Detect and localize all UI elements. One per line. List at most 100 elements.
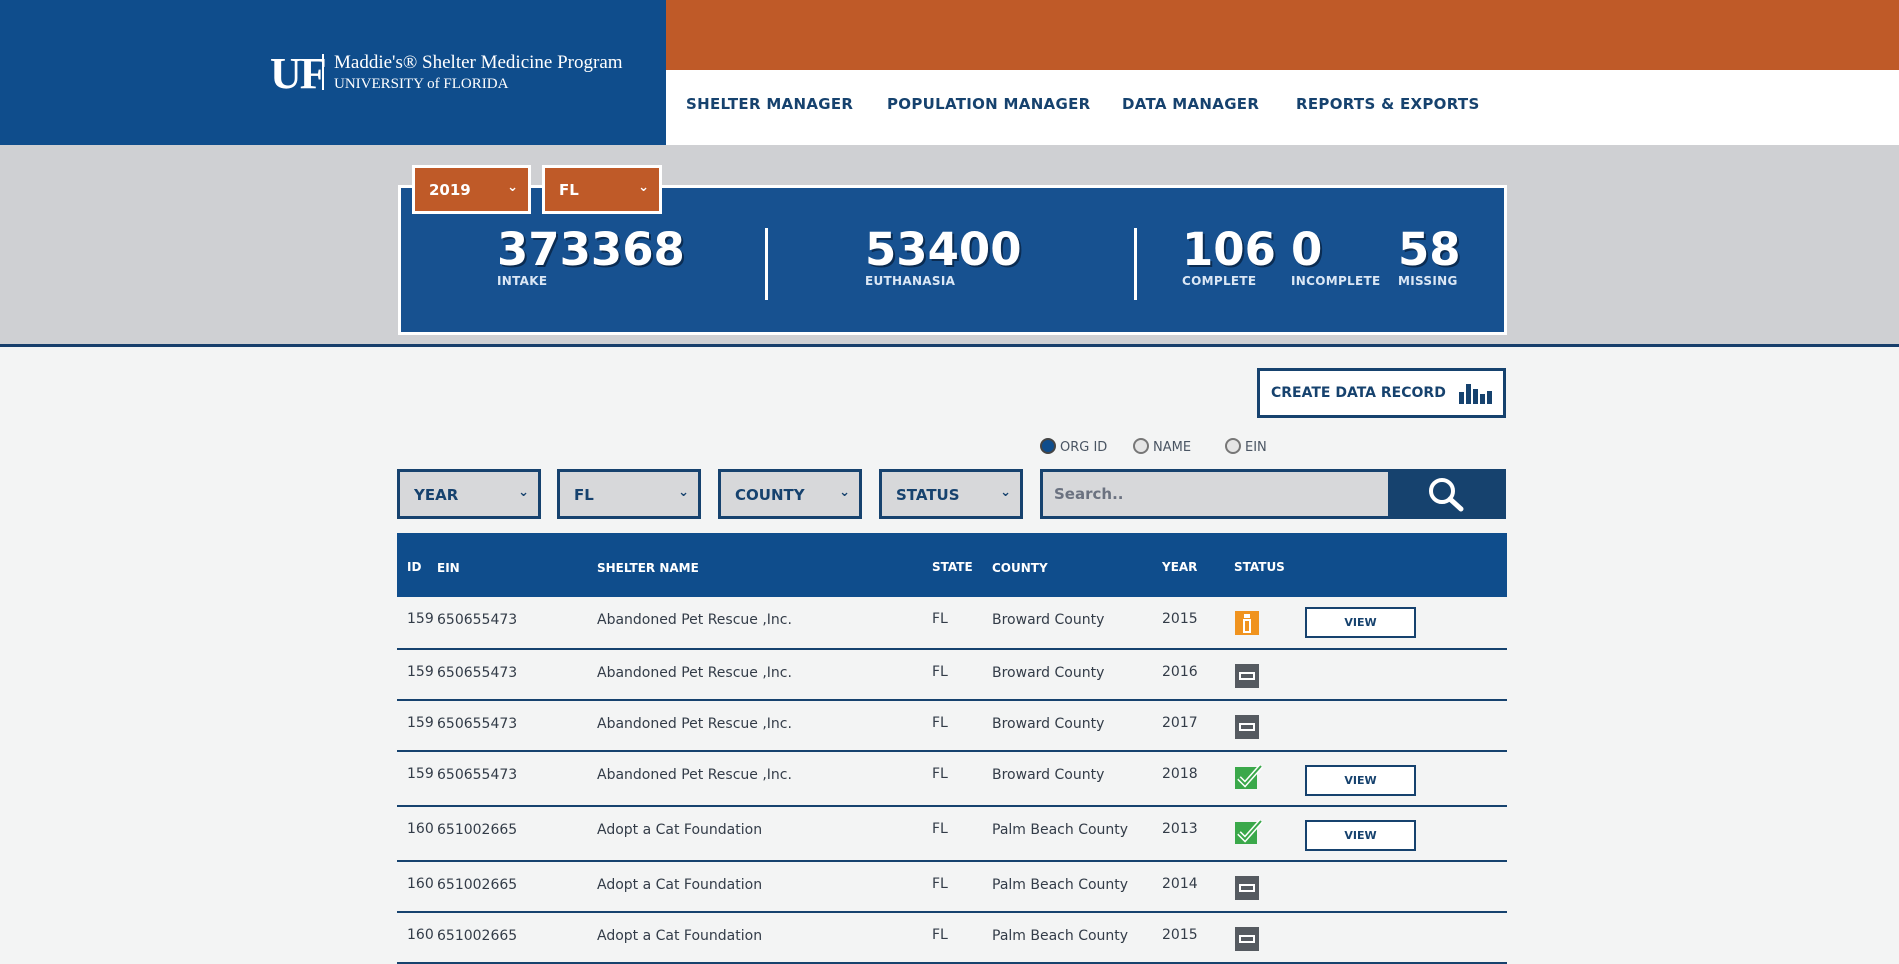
cell-county: Palm Beach County — [992, 877, 1129, 893]
euthanasia-stat: 53400 EUTHANASIA — [865, 223, 1022, 289]
table-row: 159 650655473 Abandoned Pet Rescue ,Inc. FL… — [397, 701, 1507, 752]
main-nav: SHELTER MANAGER POPULATION MANAGER DATA … — [666, 70, 1899, 145]
intake-label: INTAKE — [497, 274, 548, 288]
year-filter-label: YEAR — [414, 486, 459, 504]
missing-value: 58 — [1398, 223, 1461, 276]
cell-shelter-name: Adopt a Cat Foundation — [597, 928, 763, 944]
header-year: YEAR — [1162, 560, 1198, 574]
complete-value: 106 — [1182, 223, 1276, 276]
brand-block[interactable]: UF Maddie's® Shelter Medicine Program UN… — [0, 0, 666, 145]
chevron-down-icon: ⌄ — [638, 180, 649, 195]
status-missing-icon — [1234, 663, 1260, 689]
cell-year: 2018 — [1162, 766, 1198, 782]
table-row: 160 651002665 Adopt a Cat Foundation FL Palm… — [397, 862, 1507, 913]
cell-shelter-name: Abandoned Pet Rescue ,Inc. — [597, 767, 792, 783]
chevron-down-icon: ⌄ — [678, 485, 689, 500]
status-missing-icon — [1234, 714, 1260, 740]
status-filter-label: STATUS — [896, 486, 960, 504]
table-row: 159 650655473 Abandoned Pet Rescue ,Inc. FL… — [397, 752, 1507, 807]
header-ein: EIN — [437, 561, 460, 575]
incomplete-value: 0 — [1291, 223, 1323, 276]
complete-stat: 106 COMPLETE — [1182, 223, 1276, 289]
cell-state: FL — [932, 715, 948, 731]
year-select-value: 2019 — [429, 181, 471, 199]
view-button[interactable]: VIEW — [1305, 607, 1416, 638]
cell-year: 2014 — [1162, 876, 1198, 892]
cell-county: Palm Beach County — [992, 928, 1129, 944]
header-accent-bar — [666, 0, 1899, 70]
radio-name-label: NAME — [1153, 440, 1192, 455]
cell-state: FL — [932, 766, 948, 782]
cell-state: FL — [932, 821, 948, 837]
county-filter[interactable]: COUNTY ⌄ — [718, 469, 862, 519]
cell-county: Broward County — [992, 767, 1105, 783]
cell-shelter-name: Adopt a Cat Foundation — [597, 877, 763, 893]
cell-ein: 651002665 — [437, 928, 518, 944]
nav-reports-exports[interactable]: REPORTS & EXPORTS — [1296, 95, 1480, 113]
status-filter[interactable]: STATUS ⌄ — [879, 469, 1023, 519]
year-filter[interactable]: YEAR ⌄ — [397, 469, 541, 519]
view-button[interactable]: VIEW — [1305, 820, 1416, 851]
cell-shelter-name: Adopt a Cat Foundation — [597, 822, 763, 838]
radio-ein-label: EIN — [1245, 440, 1267, 455]
intake-stat: 373368 INTAKE — [497, 226, 685, 289]
cell-state: FL — [932, 611, 948, 627]
header-county: COUNTY — [992, 561, 1048, 575]
state-select-value: FL — [559, 181, 579, 199]
cell-year: 2016 — [1162, 664, 1198, 680]
radio-ein[interactable]: EIN — [1225, 438, 1267, 455]
search-input[interactable] — [1043, 472, 1388, 516]
header-shelter-name: SHELTER NAME — [597, 561, 699, 575]
table-row: 159 650655473 Abandoned Pet Rescue ,Inc. FL… — [397, 597, 1507, 650]
radio-org-id[interactable]: ORG ID — [1040, 438, 1107, 455]
status-complete-icon — [1234, 762, 1263, 789]
create-data-record-button[interactable]: CREATE DATA RECORD — [1257, 368, 1506, 418]
complete-label: COMPLETE — [1182, 274, 1257, 288]
cell-year: 2015 — [1162, 611, 1198, 627]
search-icon — [1429, 478, 1464, 512]
radio-name[interactable]: NAME — [1133, 438, 1191, 455]
university-name: UNIVERSITY of FLORIDA — [334, 76, 509, 92]
site-header: UF Maddie's® Shelter Medicine Program UN… — [0, 0, 1899, 145]
nav-population-manager[interactable]: POPULATION MANAGER — [887, 95, 1090, 113]
state-filter[interactable]: FL ⌄ — [557, 469, 701, 519]
chevron-down-icon: ⌄ — [1000, 485, 1011, 500]
uf-logo: UF — [270, 49, 327, 98]
header-status: STATUS — [1234, 560, 1285, 574]
year-select[interactable]: 2019 ⌄ — [412, 165, 531, 214]
incomplete-stat: 0 INCOMPLETE — [1291, 223, 1381, 289]
radio-org-id-label: ORG ID — [1060, 440, 1108, 455]
cell-state: FL — [932, 876, 948, 892]
cell-id: 160 — [407, 927, 434, 943]
table-row: 160 651002665 Adopt a Cat Foundation FL Palm… — [397, 913, 1507, 964]
cell-id: 159 — [407, 664, 434, 680]
status-missing-icon — [1234, 926, 1260, 952]
cell-shelter-name: Abandoned Pet Rescue ,Inc. — [597, 665, 792, 681]
status-missing-icon — [1234, 875, 1260, 901]
cell-id: 159 — [407, 766, 434, 782]
cell-ein: 650655473 — [437, 665, 518, 681]
table-row: 160 651002665 Adopt a Cat Foundation FL Palm… — [397, 807, 1507, 862]
cell-ein: 651002665 — [437, 822, 518, 838]
euthanasia-value: 53400 — [865, 223, 1022, 276]
program-name: Maddie's® Shelter Medicine Program — [334, 52, 623, 73]
chevron-down-icon: ⌄ — [839, 485, 850, 500]
search-button[interactable] — [1388, 472, 1503, 516]
logo-divider — [322, 54, 324, 90]
cell-year: 2013 — [1162, 821, 1198, 837]
nav-shelter-manager[interactable]: SHELTER MANAGER — [686, 95, 853, 113]
nav-data-manager[interactable]: DATA MANAGER — [1122, 95, 1259, 113]
search-bar — [1040, 469, 1506, 519]
chevron-down-icon: ⌄ — [507, 180, 518, 195]
cell-id: 160 — [407, 821, 434, 837]
summary-band: 373368 INTAKE 53400 EUTHANASIA 106 COMPL… — [0, 145, 1899, 347]
state-select[interactable]: FL ⌄ — [542, 165, 662, 214]
euthanasia-label: EUTHANASIA — [865, 274, 956, 288]
missing-stat: 58 MISSING — [1398, 223, 1461, 289]
view-button[interactable]: VIEW — [1305, 765, 1416, 796]
header-state: STATE — [932, 560, 973, 574]
cell-ein: 651002665 — [437, 877, 518, 893]
header-id: ID — [407, 560, 422, 574]
incomplete-label: INCOMPLETE — [1291, 274, 1381, 288]
cell-county: Broward County — [992, 665, 1105, 681]
